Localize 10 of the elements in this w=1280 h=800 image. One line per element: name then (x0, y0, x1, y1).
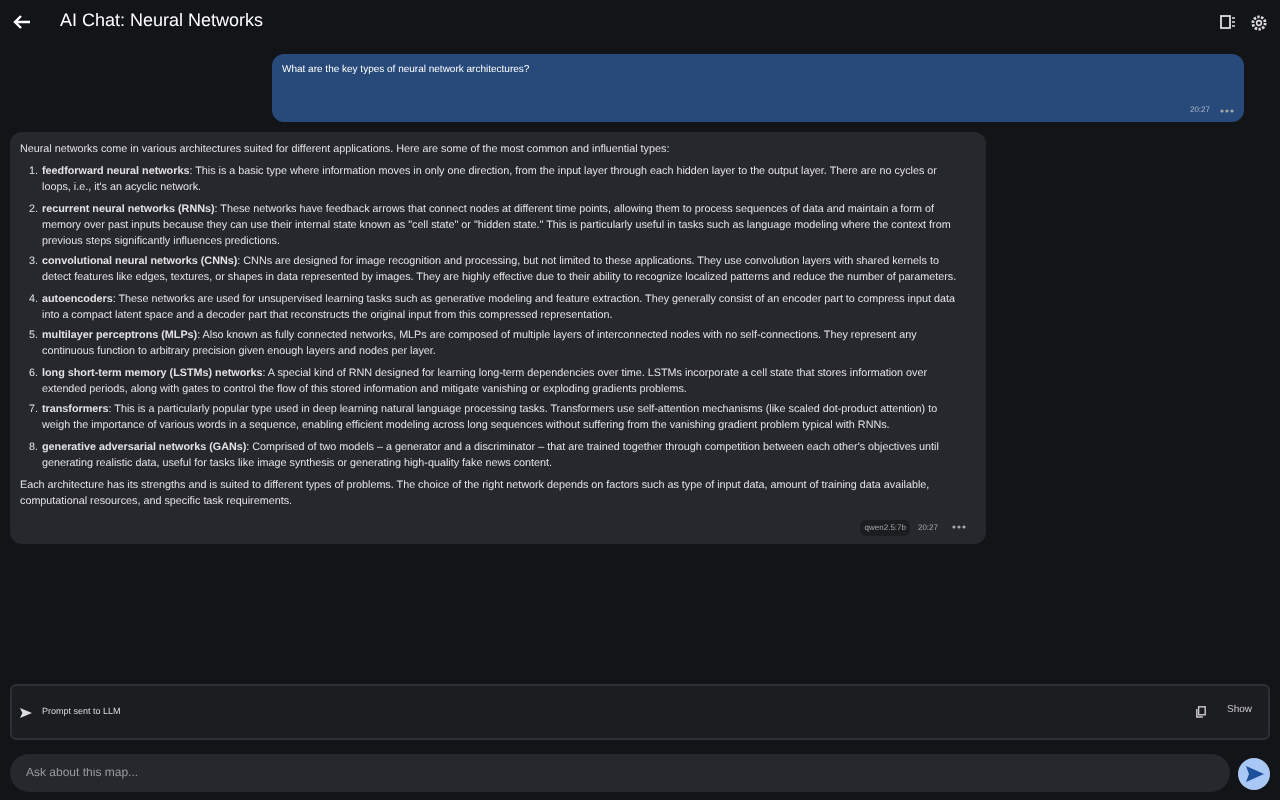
settings-icon[interactable] (1250, 13, 1268, 31)
send-button[interactable] (1238, 757, 1270, 789)
send-icon (1245, 765, 1263, 781)
panel-icon[interactable] (1220, 14, 1236, 30)
copy-icon[interactable] (1196, 706, 1207, 718)
send-icon (20, 707, 32, 717)
more-icon[interactable] (952, 524, 966, 530)
back-icon[interactable] (12, 12, 32, 32)
more-icon[interactable] (1220, 107, 1234, 113)
window-title: AI Chat: Neural Networks (60, 8, 264, 35)
